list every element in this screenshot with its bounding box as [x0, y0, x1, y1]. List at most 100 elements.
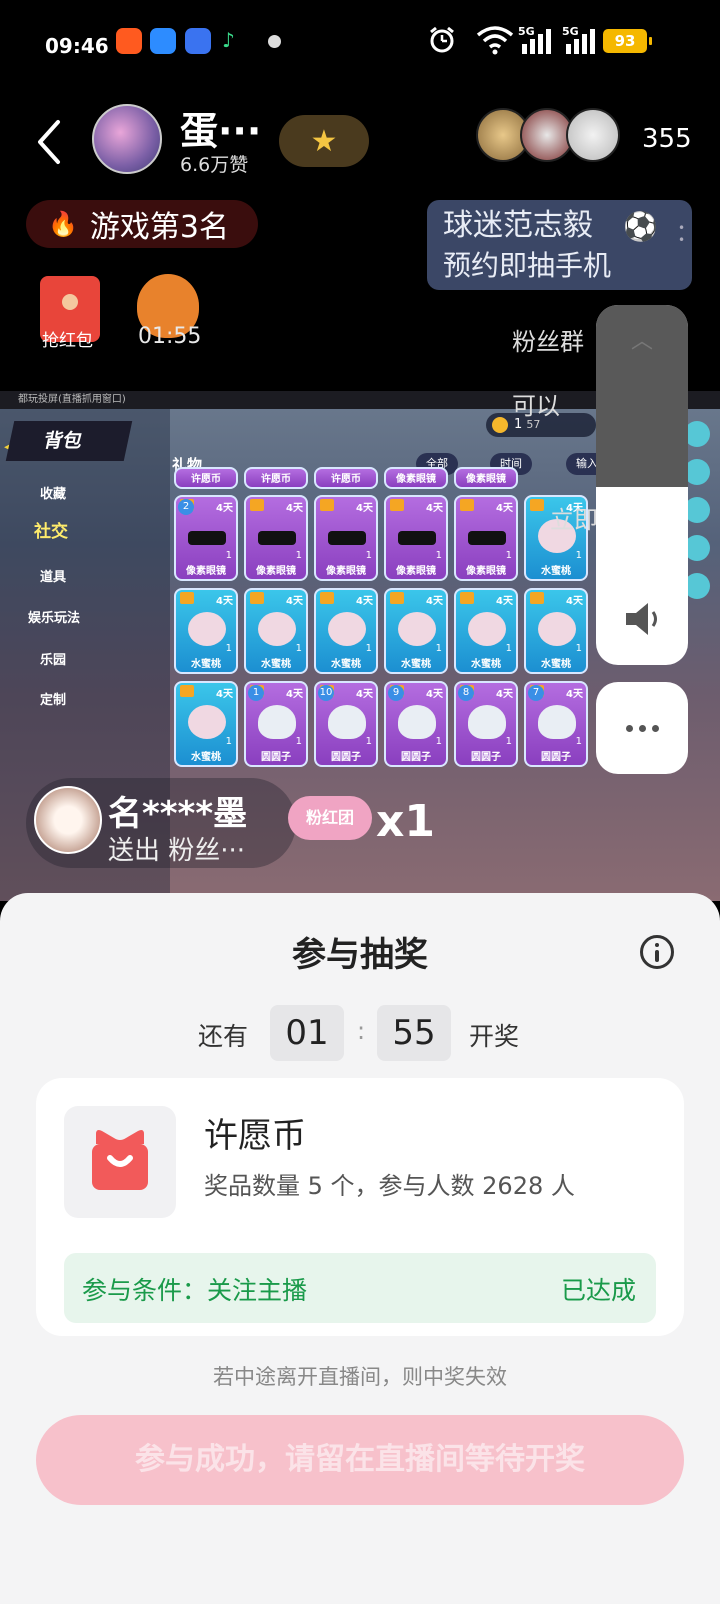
gift-count: 1	[505, 550, 512, 561]
app-icon-3	[185, 28, 211, 54]
gift-count: 1	[295, 643, 302, 654]
gift-cell: 4天 1 像素眼镜	[384, 495, 448, 581]
gift-cell-name: 像素眼镜	[186, 566, 226, 577]
gift-action: 送出 粉丝···	[108, 836, 246, 866]
gift-cell-name: 圆圆子	[401, 752, 431, 763]
gift-count: 1	[365, 736, 372, 747]
game-rank-badge[interactable]: 🔥 游戏第3名	[26, 200, 258, 248]
gift-count: 1	[295, 550, 302, 561]
gift-art	[258, 612, 296, 646]
gift-cell: 许愿币	[314, 467, 378, 489]
gift-expiry: 4天	[496, 503, 513, 514]
gift-cell: 4天 1 像素眼镜 2	[174, 495, 238, 581]
info-icon[interactable]	[640, 935, 674, 969]
gift-tag-icon	[320, 499, 334, 511]
gift-cell-name: 像素眼镜	[396, 474, 436, 485]
gift-expiry: 4天	[286, 596, 303, 607]
backpack-title: 背包	[5, 421, 133, 461]
gift-box-icon	[92, 1130, 148, 1190]
gift-badge: 9	[388, 685, 404, 701]
gift-cell-name: 水蜜桃	[331, 659, 361, 670]
gift-count: 1	[575, 736, 582, 747]
speaker-icon[interactable]	[622, 599, 664, 639]
gift-count: 1	[505, 736, 512, 747]
gift-badge: 8	[458, 685, 474, 701]
gift-count: 1	[365, 550, 372, 561]
gift-tag-icon	[460, 592, 474, 604]
more-options-button[interactable]	[596, 682, 688, 774]
gift-art	[468, 531, 506, 545]
dot-icon	[625, 724, 633, 732]
chevron-up-icon[interactable]: ︿	[596, 323, 688, 355]
gift-art	[258, 705, 296, 739]
dot-icon	[651, 724, 659, 732]
gift-count: 1	[225, 643, 232, 654]
gift-expiry: 4天	[216, 503, 233, 514]
gift-cell-name: 许愿币	[331, 474, 361, 485]
gift-expiry: 4天	[356, 503, 373, 514]
game-menu-collect: 收藏	[40, 487, 67, 502]
condition-state: 已达成	[560, 1276, 636, 1305]
signal-icon-1	[522, 29, 551, 54]
flame-icon: 🔥	[48, 210, 78, 238]
side-hint-2: 立即	[550, 506, 598, 534]
gift-count: 1	[435, 550, 442, 561]
gift-tag-icon	[180, 592, 194, 604]
fans-group-label[interactable]: 粉丝群	[512, 322, 584, 357]
follow-star-button[interactable]: ★	[279, 115, 369, 167]
gift-cell: 4天 1 圆圆子 8	[454, 681, 518, 767]
gift-cell-name: 圆圆子	[331, 752, 361, 763]
gift-expiry: 4天	[496, 596, 513, 607]
gift-tag-icon	[250, 499, 264, 511]
gift-count: 1	[295, 736, 302, 747]
gift-count: 1	[435, 643, 442, 654]
gift-cell: 4天 1 水蜜桃	[454, 588, 518, 674]
gift-cell-name: 像素眼镜	[326, 566, 366, 577]
prize-meta: 奖品数量 5 个，参与人数 2628 人	[204, 1172, 575, 1200]
volume-panel[interactable]: ︿	[596, 305, 688, 665]
gift-cell: 像素眼镜	[454, 467, 518, 489]
streamer-likes: 6.6万赞	[180, 154, 249, 176]
gift-tag-icon	[320, 592, 334, 604]
game-menu-custom: 定制	[40, 693, 67, 708]
join-lottery-button[interactable]: 参与成功，请留在直播间等待开奖	[36, 1415, 684, 1505]
gift-tag-icon	[460, 499, 474, 511]
viewer-count[interactable]: 355	[642, 124, 692, 154]
gift-expiry: 4天	[426, 689, 443, 700]
gift-cell-name: 许愿币	[261, 474, 291, 485]
gift-cell-name: 水蜜桃	[261, 659, 291, 670]
gift-count: 1	[225, 736, 232, 747]
gift-expiry: 4天	[286, 503, 303, 514]
gift-cell: 许愿币	[244, 467, 308, 489]
gift-art	[258, 531, 296, 545]
gift-cell-name: 水蜜桃	[471, 659, 501, 670]
status-bar: 09:46 ♪ 5G 5G 93	[0, 0, 720, 84]
gift-expiry: 4天	[356, 689, 373, 700]
gift-cell: 4天 1 水蜜桃	[524, 588, 588, 674]
gift-cell: 许愿币	[174, 467, 238, 489]
back-arrow-icon[interactable]	[30, 116, 70, 168]
gift-cell-name: 水蜜桃	[191, 752, 221, 763]
gift-cell-name: 圆圆子	[471, 752, 501, 763]
more-dots-icon[interactable]: • •	[678, 222, 685, 246]
gift-count: 1	[365, 643, 372, 654]
gift-expiry: 4天	[286, 689, 303, 700]
gift-cell-name: 圆圆子	[261, 752, 291, 763]
streamer-avatar[interactable]	[92, 104, 162, 174]
promo-banner[interactable]: 球迷范志毅 预约即抽手机 ⚽ • •	[427, 200, 692, 290]
sheet-title: 参与抽奖	[292, 935, 428, 975]
gift-badge: 1	[248, 685, 264, 701]
gift-cell-name: 水蜜桃	[191, 659, 221, 670]
promo-line-2: 预约即抽手机	[443, 249, 612, 282]
prize-card: 许愿币 奖品数量 5 个，参与人数 2628 人 参与条件：关注主播 已达成	[36, 1078, 684, 1336]
gift-count: 1	[505, 643, 512, 654]
gift-cell-name: 水蜜桃	[401, 659, 431, 670]
alarm-icon	[430, 26, 454, 53]
gift-tag-icon	[180, 685, 194, 697]
gift-notification: 名****墨 送出 粉丝··· 粉红团 x1	[26, 778, 436, 868]
streamer-name[interactable]: 蛋···	[180, 100, 261, 155]
game-menu-fun: 娱乐玩法	[28, 611, 81, 626]
viewer-avatar-3[interactable]	[566, 108, 620, 162]
gift-art	[538, 705, 576, 739]
gift-art	[188, 531, 226, 545]
